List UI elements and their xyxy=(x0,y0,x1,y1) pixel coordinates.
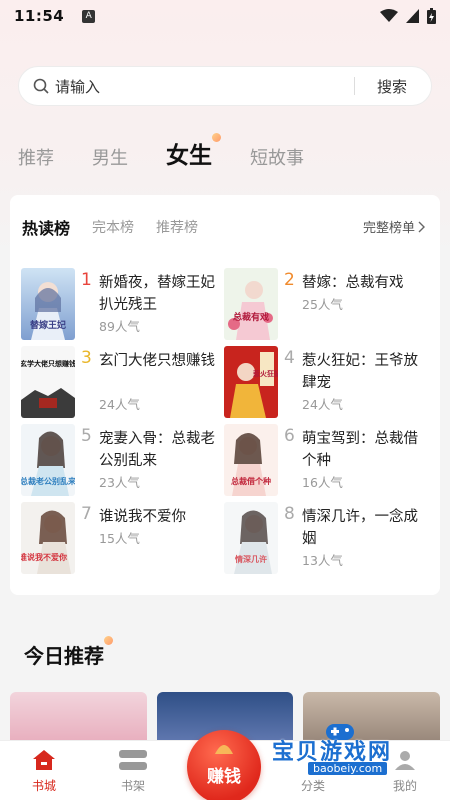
tab-short-story[interactable]: 短故事 xyxy=(250,144,304,170)
tab-female-label: 女生 xyxy=(166,143,212,169)
cover-text: 情深几许 xyxy=(234,554,267,564)
today-recommend-label: 今日推荐 xyxy=(24,644,104,668)
rank-number: 4 xyxy=(284,348,295,368)
book-popularity: 15人气 xyxy=(99,531,140,546)
search-bar[interactable]: 请输入 搜索 xyxy=(18,66,432,106)
cover-text: 玄学大佬只想赚钱 xyxy=(21,359,75,368)
book-popularity: 16人气 xyxy=(302,475,343,490)
book-item[interactable]: 情深几许 8 情深几许，一念成姻 13人气 xyxy=(224,502,429,576)
rank-number: 5 xyxy=(81,426,92,446)
book-popularity: 24人气 xyxy=(99,397,140,412)
site-watermark: 宝贝游戏网 baobeiy.com xyxy=(272,724,447,784)
book-item[interactable]: 玄学大佬只想赚钱 3 玄门大佬只想赚钱 24人气 xyxy=(21,346,226,420)
book-cover: 情深几许 xyxy=(224,502,278,574)
book-cover: 玄学大佬只想赚钱 xyxy=(21,346,75,418)
status-time: 11:54 xyxy=(14,7,65,25)
subtab-hot[interactable]: 热读榜 xyxy=(22,215,70,239)
book-title: 玄门大佬只想赚钱 xyxy=(99,353,215,369)
nav-shelf[interactable]: 书架 xyxy=(98,741,168,800)
notification-a-icon: A xyxy=(82,9,96,23)
tab-recommend[interactable]: 推荐 xyxy=(18,144,54,170)
status-bar: 11:54 A xyxy=(0,0,450,32)
nav-bookstore-label: 书城 xyxy=(31,779,56,793)
bookshelf-icon xyxy=(119,750,147,770)
nav-shelf-label: 书架 xyxy=(120,779,145,793)
chevron-right-icon xyxy=(418,221,425,232)
cover-text: 惹火狂妃 xyxy=(252,369,278,378)
wifi-icon xyxy=(380,9,398,22)
book-title: 惹火狂妃：王爷放肆宠 xyxy=(302,353,418,391)
today-indicator-dot xyxy=(104,636,113,645)
rank-number: 2 xyxy=(284,270,295,290)
book-item[interactable]: 总裁老公别乱来 5 宠妻入骨：总裁老公别乱来 23人气 xyxy=(21,424,226,498)
book-popularity: 25人气 xyxy=(302,297,343,312)
money-bag-icon xyxy=(215,745,233,754)
rank-number: 6 xyxy=(284,426,295,446)
search-input[interactable]: 请输入 xyxy=(55,76,354,97)
today-recommend-title: 今日推荐 xyxy=(24,636,113,669)
tab-female[interactable]: 女生 xyxy=(166,133,221,170)
nav-bookstore[interactable]: 书城 xyxy=(9,741,79,800)
cover-text: 总裁有戏 xyxy=(233,311,269,323)
rank-number: 7 xyxy=(81,504,92,524)
book-item[interactable]: 谁说我不爱你 7 谁说我不爱你 15人气 xyxy=(21,502,226,576)
book-popularity: 13人气 xyxy=(302,553,343,568)
cover-text: 替嫁王妃 xyxy=(30,319,66,331)
ranking-card: 热读榜 完本榜 推荐榜 完整榜单 替嫁王妃 1 新婚夜，替嫁王妃扒光残王 89人… xyxy=(10,195,440,595)
subtab-recommended[interactable]: 推荐榜 xyxy=(156,217,198,237)
book-cover: 惹火狂妃 xyxy=(224,346,278,418)
book-cover: 谁说我不爱你 xyxy=(21,502,75,574)
book-item[interactable]: 总裁借个种 6 萌宝驾到：总裁借个种 16人气 xyxy=(224,424,429,498)
book-title: 萌宝驾到：总裁借个种 xyxy=(302,431,418,469)
book-title: 替嫁：总裁有戏 xyxy=(302,275,404,291)
cover-text: 总裁老公别乱来 xyxy=(21,476,75,486)
full-list-link[interactable]: 完整榜单 xyxy=(363,217,426,236)
book-popularity: 23人气 xyxy=(99,475,140,490)
search-button[interactable]: 搜索 xyxy=(377,76,407,97)
book-popularity: 89人气 xyxy=(99,319,140,334)
rank-number: 1 xyxy=(81,270,92,290)
book-cover: 总裁老公别乱来 xyxy=(21,424,75,496)
rank-number: 8 xyxy=(284,504,295,524)
ranking-subtabs: 热读榜 完本榜 推荐榜 xyxy=(22,215,220,239)
earn-money-button[interactable]: 赚钱 xyxy=(187,730,261,800)
book-item[interactable]: 总裁有戏 2 替嫁：总裁有戏 25人气 xyxy=(224,268,429,342)
category-tabs: 推荐 男生 女生 短故事 xyxy=(18,130,342,170)
earn-money-label: 赚钱 xyxy=(207,766,241,787)
book-item[interactable]: 替嫁王妃 1 新婚夜，替嫁王妃扒光残王 89人气 xyxy=(21,268,226,342)
search-icon xyxy=(33,78,49,94)
home-icon xyxy=(33,750,55,770)
book-cover: 替嫁王妃 xyxy=(21,268,75,340)
book-item[interactable]: 惹火狂妃 4 惹火狂妃：王爷放肆宠 24人气 xyxy=(224,346,429,420)
full-list-label: 完整榜单 xyxy=(362,221,415,236)
cover-text: 总裁借个种 xyxy=(231,476,271,486)
rank-number: 3 xyxy=(81,348,92,368)
book-title: 谁说我不爱你 xyxy=(99,509,186,525)
cover-text: 谁说我不爱你 xyxy=(21,552,67,562)
battery-icon xyxy=(427,8,436,24)
tab-indicator-dot xyxy=(212,133,221,142)
book-title: 情深几许，一念成姻 xyxy=(302,509,418,547)
subtab-completed[interactable]: 完本榜 xyxy=(92,217,134,237)
book-popularity: 24人气 xyxy=(302,397,343,412)
book-cover: 总裁有戏 xyxy=(224,268,278,340)
watermark-url: baobeiy.com xyxy=(308,762,388,775)
search-divider xyxy=(353,77,355,95)
book-title: 宠妻入骨：总裁老公别乱来 xyxy=(99,431,215,469)
book-title: 新婚夜，替嫁王妃扒光残王 xyxy=(99,275,215,313)
book-cover: 总裁借个种 xyxy=(224,424,278,496)
signal-icon xyxy=(406,9,419,23)
tab-male[interactable]: 男生 xyxy=(92,144,128,170)
